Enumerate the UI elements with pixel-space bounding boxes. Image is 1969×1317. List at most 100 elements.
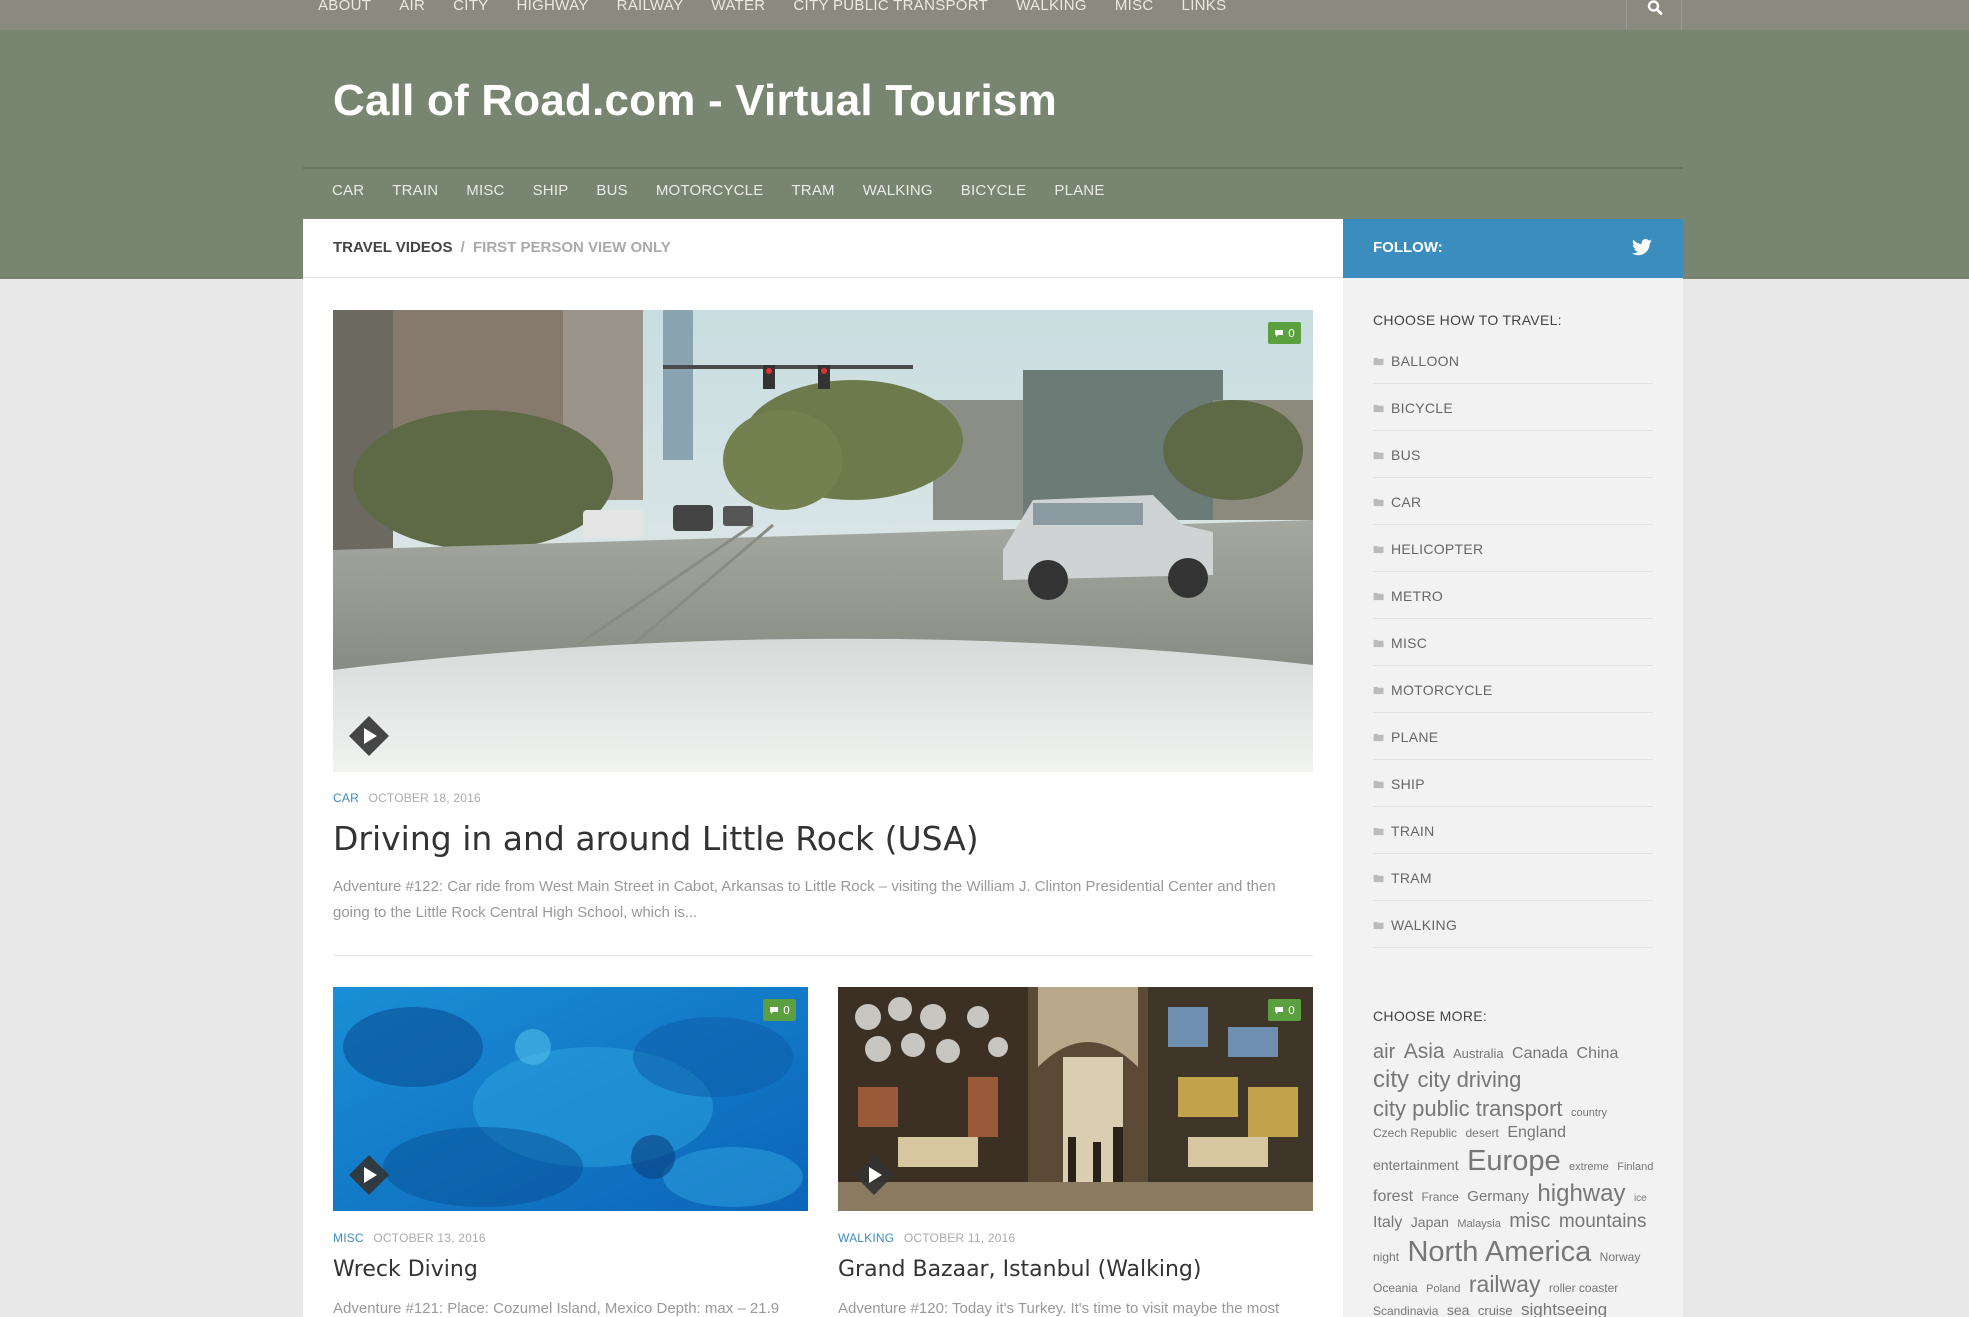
- bazaar-image: [838, 987, 1313, 1211]
- tag-link[interactable]: country: [1571, 1107, 1607, 1119]
- travel-item-train[interactable]: TRAIN: [1373, 807, 1653, 854]
- sub-nav-item-train[interactable]: TRAIN: [392, 182, 438, 199]
- post-title[interactable]: Grand Bazaar, Istanbul (Walking): [838, 1257, 1201, 1282]
- comment-count-badge[interactable]: 0: [763, 999, 796, 1021]
- tag-link[interactable]: city driving: [1417, 1067, 1521, 1092]
- tag-link[interactable]: desert: [1466, 1126, 1499, 1140]
- tag-link[interactable]: Italy: [1373, 1214, 1402, 1231]
- travel-item-plane[interactable]: PLANE: [1373, 713, 1653, 760]
- travel-item-ship[interactable]: SHIP: [1373, 760, 1653, 807]
- travel-item-misc[interactable]: MISC: [1373, 619, 1653, 666]
- play-icon[interactable]: [854, 1155, 894, 1195]
- tag-link[interactable]: sightseeing: [1521, 1300, 1607, 1317]
- travel-item-car[interactable]: CAR: [1373, 478, 1653, 525]
- site-title[interactable]: Call of Road.com - Virtual Tourism: [333, 76, 1057, 126]
- tag-link[interactable]: France: [1421, 1190, 1458, 1204]
- tag-link[interactable]: cruise: [1478, 1303, 1513, 1317]
- post-category[interactable]: WALKING: [838, 1231, 894, 1245]
- top-nav-item-railway[interactable]: RAILWAY: [617, 0, 684, 13]
- underwater-image: [333, 987, 808, 1211]
- top-nav-item-links[interactable]: LINKS: [1182, 0, 1227, 13]
- post-category[interactable]: MISC: [333, 1231, 364, 1245]
- top-nav-item-about[interactable]: ABOUT: [318, 0, 371, 13]
- tag-link[interactable]: highway: [1537, 1180, 1625, 1207]
- travel-item-metro[interactable]: METRO: [1373, 572, 1653, 619]
- tag-link[interactable]: Finland: [1617, 1161, 1653, 1173]
- featured-meta: CAR OCTOBER 18, 2016: [333, 791, 481, 805]
- tag-link[interactable]: extreme: [1569, 1161, 1609, 1173]
- travel-item-bus[interactable]: BUS: [1373, 431, 1653, 478]
- featured-thumbnail[interactable]: 0: [333, 310, 1313, 772]
- tag-link[interactable]: Poland: [1426, 1283, 1460, 1295]
- tag-link[interactable]: Canada: [1512, 1045, 1568, 1062]
- tag-link[interactable]: railway: [1469, 1271, 1541, 1297]
- comment-count-badge[interactable]: 0: [1268, 322, 1301, 344]
- tag-link[interactable]: China: [1577, 1045, 1619, 1062]
- tag-link[interactable]: night: [1373, 1250, 1399, 1264]
- post-thumbnail-grand-bazaar[interactable]: 0: [838, 987, 1313, 1211]
- tag-link[interactable]: England: [1507, 1124, 1566, 1141]
- travel-item-label: METRO: [1391, 588, 1444, 604]
- tag-link[interactable]: entertainment: [1373, 1157, 1459, 1173]
- post-title[interactable]: Wreck Diving: [333, 1257, 478, 1282]
- search-toggle[interactable]: [1626, 0, 1682, 30]
- tag-link[interactable]: forest: [1373, 1188, 1413, 1205]
- folder-icon: [1373, 545, 1384, 553]
- sub-nav-item-tram[interactable]: TRAM: [791, 182, 834, 199]
- breadcrumb: TRAVEL VIDEOS / FIRST PERSON VIEW ONLY: [303, 219, 1343, 278]
- tag-link[interactable]: air: [1373, 1041, 1395, 1063]
- tag-link[interactable]: city public transport: [1373, 1096, 1563, 1121]
- sub-nav-item-ship[interactable]: SHIP: [533, 182, 569, 199]
- tag-link[interactable]: Czech Republic: [1373, 1126, 1457, 1140]
- tag-link[interactable]: Scandinavia: [1373, 1304, 1438, 1317]
- tag-link[interactable]: ice: [1634, 1193, 1647, 1204]
- tag-link[interactable]: Asia: [1404, 1040, 1445, 1063]
- travel-item-motorcycle[interactable]: MOTORCYCLE: [1373, 666, 1653, 713]
- play-icon[interactable]: [349, 1155, 389, 1195]
- top-nav-item-water[interactable]: WATER: [711, 0, 765, 13]
- sub-nav-item-misc[interactable]: MISC: [466, 182, 504, 199]
- tag-link[interactable]: Japan: [1411, 1214, 1449, 1230]
- post-date: OCTOBER 13, 2016: [373, 1231, 486, 1245]
- top-nav-item-misc[interactable]: MISC: [1115, 0, 1154, 13]
- twitter-icon[interactable]: [1631, 239, 1653, 257]
- header-divider: [303, 167, 1683, 169]
- tag-link[interactable]: roller coaster: [1549, 1281, 1618, 1295]
- folder-icon: [1373, 357, 1384, 365]
- top-nav-item-air[interactable]: AIR: [399, 0, 425, 13]
- travel-item-helicopter[interactable]: HELICOPTER: [1373, 525, 1653, 572]
- travel-item-walking[interactable]: WALKING: [1373, 901, 1653, 948]
- sub-nav-item-walking[interactable]: WALKING: [863, 182, 933, 199]
- tag-link[interactable]: Malaysia: [1457, 1218, 1500, 1230]
- sub-nav-item-bicycle[interactable]: BICYCLE: [961, 182, 1027, 199]
- follow-bar: FOLLOW:: [1343, 219, 1683, 278]
- sub-nav-item-bus[interactable]: BUS: [596, 182, 627, 199]
- sub-nav-item-car[interactable]: CAR: [332, 182, 364, 199]
- tag-link[interactable]: misc: [1509, 1210, 1550, 1232]
- tag-link[interactable]: Norway: [1600, 1250, 1641, 1264]
- comment-count-badge[interactable]: 0: [1268, 999, 1301, 1021]
- top-nav-item-walking[interactable]: WALKING: [1016, 0, 1087, 13]
- sub-nav-item-plane[interactable]: PLANE: [1054, 182, 1104, 199]
- featured-title[interactable]: Driving in and around Little Rock (USA): [333, 819, 979, 858]
- tag-link[interactable]: mountains: [1559, 1211, 1647, 1232]
- tag-link[interactable]: North America: [1407, 1236, 1591, 1268]
- tag-link[interactable]: Oceania: [1373, 1281, 1418, 1295]
- comment-icon: [1275, 1006, 1283, 1014]
- featured-category[interactable]: CAR: [333, 791, 359, 805]
- top-nav-item-highway[interactable]: HIGHWAY: [516, 0, 588, 13]
- folder-icon: [1373, 733, 1384, 741]
- sub-nav-item-motorcycle[interactable]: MOTORCYCLE: [656, 182, 764, 199]
- tag-link[interactable]: city: [1373, 1066, 1409, 1093]
- tag-link[interactable]: sea: [1447, 1302, 1470, 1317]
- travel-item-tram[interactable]: TRAM: [1373, 854, 1653, 901]
- tag-link[interactable]: Europe: [1467, 1145, 1561, 1177]
- travel-item-bicycle[interactable]: BICYCLE: [1373, 384, 1653, 431]
- play-icon[interactable]: [349, 716, 389, 756]
- travel-item-balloon[interactable]: BALLOON: [1373, 337, 1653, 384]
- post-thumbnail-wreck-diving[interactable]: 0: [333, 987, 808, 1211]
- top-nav-item-city-public-transport[interactable]: CITY PUBLIC TRANSPORT: [793, 0, 988, 13]
- tag-link[interactable]: Germany: [1467, 1188, 1529, 1205]
- top-nav-item-city[interactable]: CITY: [453, 0, 488, 13]
- tag-link[interactable]: Australia: [1453, 1046, 1504, 1061]
